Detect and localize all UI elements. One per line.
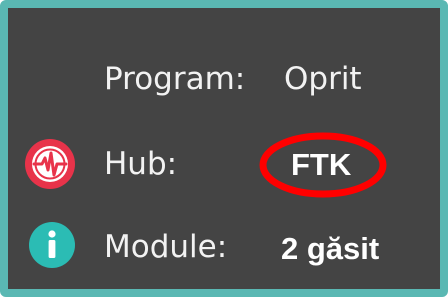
info-icon[interactable] bbox=[29, 222, 75, 268]
hub-pulse-icon bbox=[25, 139, 75, 189]
status-panel: Program: Oprit Hub: FTK Module: 2 găsit bbox=[8, 8, 440, 289]
module-label: Module: bbox=[104, 229, 228, 265]
program-label: Program: bbox=[104, 61, 246, 97]
module-value: 2 găsit bbox=[281, 231, 380, 266]
program-value: Oprit bbox=[284, 61, 362, 97]
hub-label: Hub: bbox=[104, 146, 178, 182]
hub-value: FTK bbox=[291, 147, 352, 182]
